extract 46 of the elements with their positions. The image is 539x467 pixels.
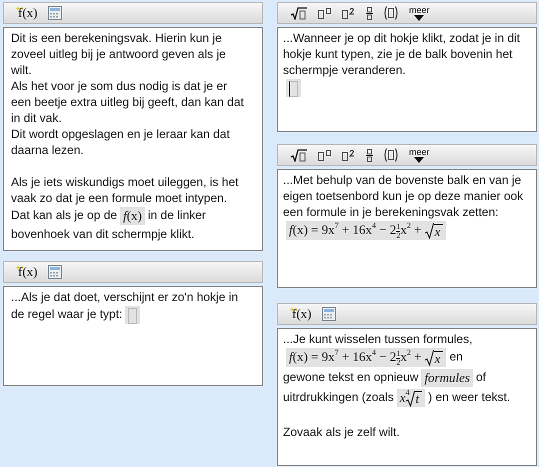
text: de regel waar je typt: (11, 307, 122, 322)
exponent-icon[interactable] (318, 150, 332, 160)
formula (286, 79, 301, 98)
square-icon[interactable] (342, 150, 356, 160)
text-area[interactable]: ...Als je dat doet, verschijnt er zo'n hokje in de regel waar je typt: (3, 286, 263, 386)
calculator-icon[interactable] (322, 307, 336, 321)
calculator-icon[interactable] (48, 6, 62, 20)
text: bovenhoek van dit schermpje klikt. (11, 227, 194, 241)
more-button[interactable]: meer (409, 148, 430, 162)
text: ) en weer tekst. (428, 390, 510, 404)
exponent-icon[interactable] (318, 8, 332, 18)
text: in de linker (148, 208, 206, 222)
caret-icon (414, 156, 424, 162)
text: Zovaak als je zelf wilt. (283, 424, 400, 439)
text: uitrdrukkingen (zoals (283, 390, 394, 404)
text: Dat kan als je op de (11, 208, 118, 222)
formula: f(x) (120, 207, 145, 225)
caret-icon (414, 14, 424, 20)
formula-button[interactable]: f(x) (16, 264, 38, 280)
text: en (449, 349, 463, 364)
text-area[interactable] (3, 27, 263, 251)
more-button[interactable]: meer (409, 6, 430, 20)
text: Dit is een berekeningsvak. Hierin kun je zoveel uitleg bij je antwoord geven als je wilt. (11, 31, 226, 77)
text: ...Als je dat doet, verschijnt er zo'n hokje in (11, 290, 238, 304)
formula (125, 306, 140, 324)
parentheses-icon[interactable] (383, 148, 399, 162)
text: ...Je kunt wisselen tussen formules, (283, 332, 472, 346)
text: Als het voor je som dus nodig is dat je er een beetje extra uitleg bij geeft, dan kan dat in dit vak. (11, 79, 244, 125)
text: gewone tekst en opnieuw (283, 370, 418, 384)
formula-button[interactable]: f(x) (16, 5, 38, 21)
square-root-icon[interactable] (290, 6, 308, 20)
calculator-icon[interactable] (48, 265, 62, 279)
formula: formules (421, 368, 473, 387)
formula: x$^{4}$ t (396, 388, 426, 407)
formula-button[interactable]: f(x) (290, 306, 312, 322)
fraction-icon[interactable] (366, 148, 373, 162)
text-area[interactable]: ...Wanneer je op dit hokje klikt, zodat je in dit hokje kunt typen, zie je de balk bovenin het schermpje veranderen. (277, 27, 537, 132)
text: ...Met behulp van de bovenste balk en van je eigen toetsenbord kun je op deze manier ook een formule in je berekeningsvak zetten: (283, 173, 524, 219)
text: of (476, 370, 486, 384)
fraction-icon[interactable] (366, 6, 373, 20)
square-icon[interactable] (342, 8, 356, 18)
text: Dit wordt opgeslagen en je leraar kan dat daarna lezen. (11, 127, 230, 157)
text: Als je iets wiskundigs moet uileggen, is het vaak zo dat je een formule moet intypen. (11, 175, 238, 205)
square-root-icon[interactable] (290, 148, 308, 162)
parentheses-icon[interactable] (383, 6, 399, 20)
text: ...Wanneer je op dit hokje klikt, zodat je in dit hokje kunt typen, zie je de balk bovenin het schermpje veranderen. (283, 31, 520, 77)
